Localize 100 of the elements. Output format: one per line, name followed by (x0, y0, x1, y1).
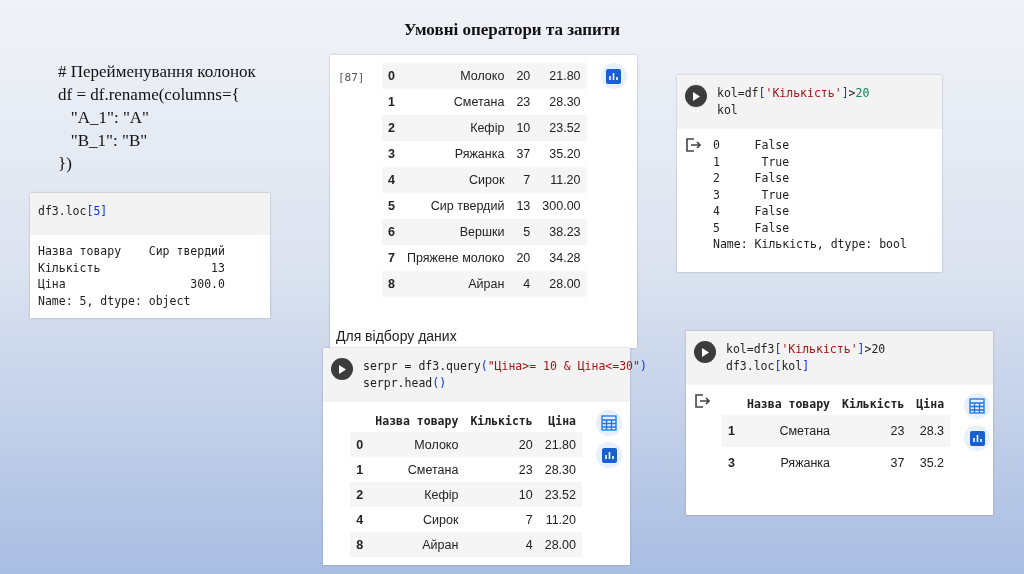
chart-button[interactable] (596, 442, 622, 468)
output-line: Кількість 13 (38, 259, 225, 276)
table-cell: 300.00 (536, 193, 587, 219)
table-cell: Ряжанка (400, 141, 511, 167)
table-cell: Кефір (369, 482, 465, 507)
table-cell: Ряжанка (740, 447, 837, 479)
row-index: 8 (350, 532, 370, 557)
table-cell: Сирок (369, 507, 465, 532)
table-cell: 13 (510, 193, 537, 219)
table-cell: 20 (464, 432, 539, 457)
column-header: Ціна (910, 393, 951, 415)
code-note-line: df = df.rename(columns={ (58, 84, 241, 106)
table-cell: Сметана (740, 415, 837, 447)
table-cell: Сир твердий (400, 193, 511, 219)
table-cell: Молоко (369, 432, 465, 457)
row-index: 8 (382, 271, 401, 297)
output-line: 4 False (713, 203, 791, 220)
table-cell: Сметана (400, 89, 511, 115)
table-cell: 28.3 (910, 415, 951, 447)
output-line: Назва товару Сир твердий (38, 243, 225, 260)
table-cell: Пряжене молоко (400, 245, 511, 271)
code-note-line: # Перейменування колонок (58, 61, 256, 83)
table-view-button[interactable] (596, 410, 622, 436)
table-cell: 11.20 (538, 507, 582, 532)
section-caption: Для відбору даних (335, 327, 458, 346)
table-cell: 28.00 (536, 271, 587, 297)
table-cell: 23.52 (538, 482, 582, 507)
table-cell: 37 (510, 141, 537, 167)
table-cell: 23 (464, 457, 539, 482)
code-line: serpr.head() (363, 375, 448, 392)
table-cell: 28.00 (538, 532, 582, 557)
table-cell: Молоко (400, 63, 511, 89)
code-line: kol (717, 102, 739, 119)
output-line: 0 False (713, 137, 791, 154)
row-index: 1 (350, 457, 370, 482)
row-index: 1 (382, 89, 401, 115)
run-button[interactable] (331, 358, 353, 380)
table-cell: 38.23 (536, 219, 587, 245)
row-index: 0 (382, 63, 401, 89)
row-index: 7 (382, 245, 401, 271)
row-index: 5 (382, 193, 401, 219)
table-cell: Кефір (400, 115, 511, 141)
row-index: 0 (350, 432, 370, 457)
table-cell: 10 (510, 115, 537, 141)
column-header: Кількість (464, 410, 539, 432)
table-cell: Айран (369, 532, 465, 557)
bar-chart-icon (601, 447, 617, 463)
table-cell: 21.80 (536, 63, 587, 89)
output-line: 5 False (713, 219, 791, 236)
play-icon (338, 364, 346, 374)
row-index: 2 (382, 115, 401, 141)
grid-icon (969, 398, 986, 414)
column-header: Кількість (836, 393, 911, 415)
code-line: df3.loc[kol] (726, 358, 811, 375)
output-line: Name: 5, dtype: object (38, 292, 192, 309)
table-cell: 28.30 (538, 457, 582, 482)
table-cell: 23.52 (536, 115, 587, 141)
table-cell: 4 (510, 271, 537, 297)
table-cell: 7 (464, 507, 539, 532)
row-index: 3 (382, 141, 401, 167)
chart-button[interactable] (964, 425, 991, 451)
output-line: 3 True (713, 186, 791, 203)
column-header: Назва товару (369, 410, 465, 432)
table-cell: 35.20 (536, 141, 587, 167)
execution-count: [87] (338, 70, 366, 86)
table-cell: Айран (400, 271, 511, 297)
code-line: serpr = df3.query("Ціна>= 10 & Ціна<=30") (363, 358, 647, 375)
row-index: 4 (382, 167, 401, 193)
table-cell: 5 (510, 219, 537, 245)
run-button[interactable] (685, 85, 707, 107)
code-line: kol=df['Кількість']>20 (717, 85, 870, 102)
chart-button[interactable] (600, 63, 627, 89)
table-cell: 37 (836, 447, 911, 479)
table-view-button[interactable] (964, 393, 991, 419)
table-cell: 20 (510, 63, 537, 89)
table-cell: 4 (464, 532, 539, 557)
row-index: 6 (382, 219, 401, 245)
table-cell: 35.2 (910, 447, 951, 479)
output-line: Name: Кількість, dtype: bool (713, 236, 907, 253)
table-cell: 28.30 (536, 89, 587, 115)
bar-chart-icon (606, 68, 622, 84)
slide-title: Умовні оператори та запити (402, 20, 622, 40)
run-button[interactable] (694, 341, 716, 363)
table-cell: 21.80 (538, 432, 582, 457)
row-index: 1 (722, 415, 741, 447)
table-cell: 7 (510, 167, 537, 193)
table-cell: 10 (464, 482, 539, 507)
code-line: kol=df3['Кількість']>20 (726, 341, 886, 358)
output-line: 1 True (713, 153, 791, 170)
table-cell: Сирок (400, 167, 511, 193)
table-cell: 11.20 (536, 167, 587, 193)
table-cell: Сметана (369, 457, 465, 482)
row-index: 3 (722, 447, 741, 479)
code-note-line: "A_1": "A" (69, 107, 151, 129)
code-note-line: }) (58, 153, 73, 175)
grid-icon (601, 415, 617, 431)
table-cell: 34.28 (536, 245, 587, 271)
code-note-line: "B_1": "B" (69, 130, 149, 152)
bar-chart-icon (969, 430, 985, 446)
row-index: 4 (350, 507, 370, 532)
